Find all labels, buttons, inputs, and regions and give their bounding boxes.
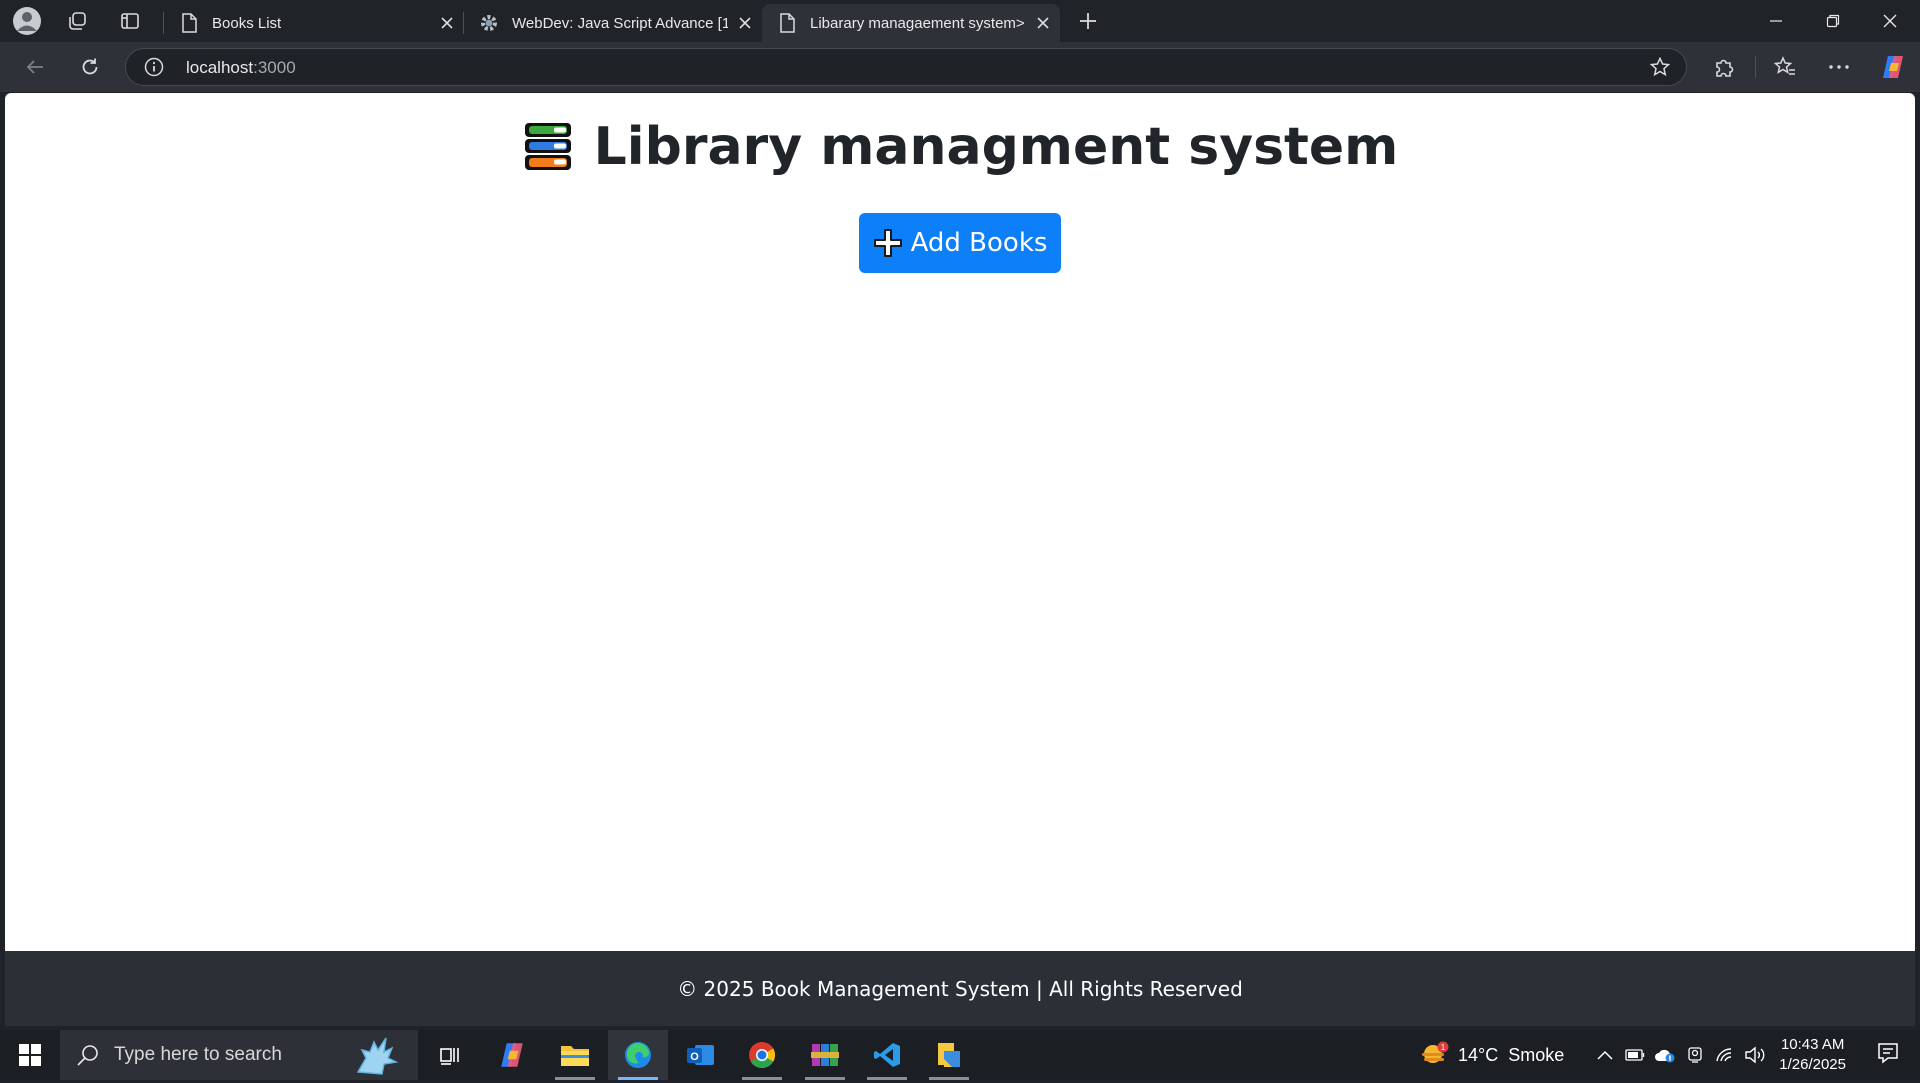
close-tab-icon[interactable]: [1026, 9, 1060, 37]
copilot-icon[interactable]: [1873, 49, 1913, 85]
taskbar-search-box[interactable]: Type here to search: [60, 1030, 418, 1080]
tab-books-list[interactable]: Books List: [164, 4, 464, 42]
site-info-icon[interactable]: [144, 57, 164, 77]
smoke-weather-icon: 1: [1422, 1041, 1449, 1063]
tab-library-system[interactable]: Libarary managaement system>: [762, 4, 1060, 42]
search-icon: [76, 1043, 100, 1067]
footer-text: © 2025 Book Management System | All Righ…: [677, 976, 1243, 1001]
url-port: :3000: [253, 58, 296, 77]
tab-title: WebDev: Java Script Advance [19: [512, 14, 728, 32]
svg-text:O: O: [690, 1051, 699, 1063]
books-stack-icon: [522, 121, 574, 173]
url-host: localhost: [186, 58, 254, 77]
onedrive-cloud-icon[interactable]: [1650, 1047, 1680, 1063]
favorite-star-icon[interactable]: [1649, 56, 1671, 77]
vertical-tabs-icon[interactable]: [108, 5, 152, 37]
search-placeholder: Type here to search: [114, 1044, 282, 1065]
page-icon: [178, 12, 200, 34]
notifications-icon[interactable]: [1876, 1041, 1904, 1069]
winrar-icon[interactable]: [795, 1030, 855, 1080]
profile-avatar-icon[interactable]: [5, 5, 49, 37]
page-icon: [776, 12, 798, 34]
plus-icon: [873, 228, 903, 258]
outlook-icon[interactable]: O: [670, 1030, 730, 1080]
workspaces-icon[interactable]: [55, 5, 99, 37]
chrome-icon[interactable]: [732, 1030, 792, 1080]
system-tray: [1594, 1030, 1770, 1080]
close-tab-icon[interactable]: [728, 9, 762, 37]
close-tab-icon[interactable]: [430, 9, 464, 37]
add-books-button[interactable]: Add Books: [859, 213, 1061, 273]
taskbar-clock[interactable]: 10:43 AM 1/26/2025: [1779, 1035, 1846, 1075]
favorites-icon[interactable]: [1765, 49, 1805, 85]
tab-webdev[interactable]: WebDev: Java Script Advance [19: [464, 4, 762, 42]
sticky-files-icon[interactable]: [919, 1030, 979, 1080]
address-bar[interactable]: localhost:3000: [125, 48, 1687, 86]
more-options-icon[interactable]: [1819, 49, 1859, 85]
vscode-icon[interactable]: [857, 1030, 917, 1080]
weather-widget[interactable]: 1 14°C Smoke: [1420, 1030, 1564, 1080]
url-text[interactable]: localhost:3000: [186, 58, 296, 78]
copilot-app-icon[interactable]: [482, 1030, 542, 1080]
file-explorer-icon[interactable]: [545, 1030, 605, 1080]
page-title: Library managment system: [593, 117, 1399, 177]
tab-title: Books List: [212, 14, 282, 32]
add-books-label: Add Books: [910, 228, 1048, 258]
reload-icon[interactable]: [70, 49, 110, 85]
new-tab-plus-icon[interactable]: [1066, 5, 1110, 37]
search-highlight-pegasus-icon: [352, 1032, 400, 1078]
minimize-window-icon[interactable]: [1748, 0, 1804, 42]
volume-icon[interactable]: [1740, 1046, 1770, 1064]
edge-browser-icon[interactable]: [608, 1030, 668, 1080]
weather-condition: Smoke: [1508, 1044, 1565, 1065]
clock-time: 10:43 AM: [1780, 1036, 1845, 1053]
task-view-icon[interactable]: [420, 1030, 480, 1080]
meet-now-icon[interactable]: [1680, 1046, 1710, 1064]
gear-favicon-icon: [478, 12, 500, 34]
start-button[interactable]: [0, 1030, 60, 1080]
page-header: Library managment system: [5, 117, 1915, 177]
tab-title: Libarary managaement system>: [810, 14, 1025, 32]
restore-window-icon[interactable]: [1805, 0, 1861, 42]
weather-alert-count: 1: [1441, 1043, 1446, 1052]
browser-tab-strip: Books List WebDev: Java Script Advance […: [0, 0, 1920, 42]
clock-date: 1/26/2025: [1779, 1056, 1846, 1073]
extensions-icon[interactable]: [1704, 49, 1744, 85]
show-hidden-icons-chevron-icon[interactable]: [1594, 1050, 1616, 1060]
battery-icon[interactable]: [1620, 1049, 1650, 1061]
back-arrow-icon[interactable]: [15, 49, 55, 85]
windows-taskbar: Type here to search O 1 14°C Smoke 10:43…: [0, 1030, 1920, 1080]
page-viewport: Library managment system Add Books © 202…: [5, 93, 1915, 1026]
page-footer: © 2025 Book Management System | All Righ…: [5, 951, 1915, 1026]
windows-logo-icon: [19, 1044, 41, 1066]
browser-toolbar: localhost:3000: [0, 42, 1920, 92]
close-window-icon[interactable]: [1862, 0, 1918, 42]
weather-temp: 14°C: [1458, 1044, 1499, 1065]
wifi-icon[interactable]: [1710, 1047, 1740, 1063]
